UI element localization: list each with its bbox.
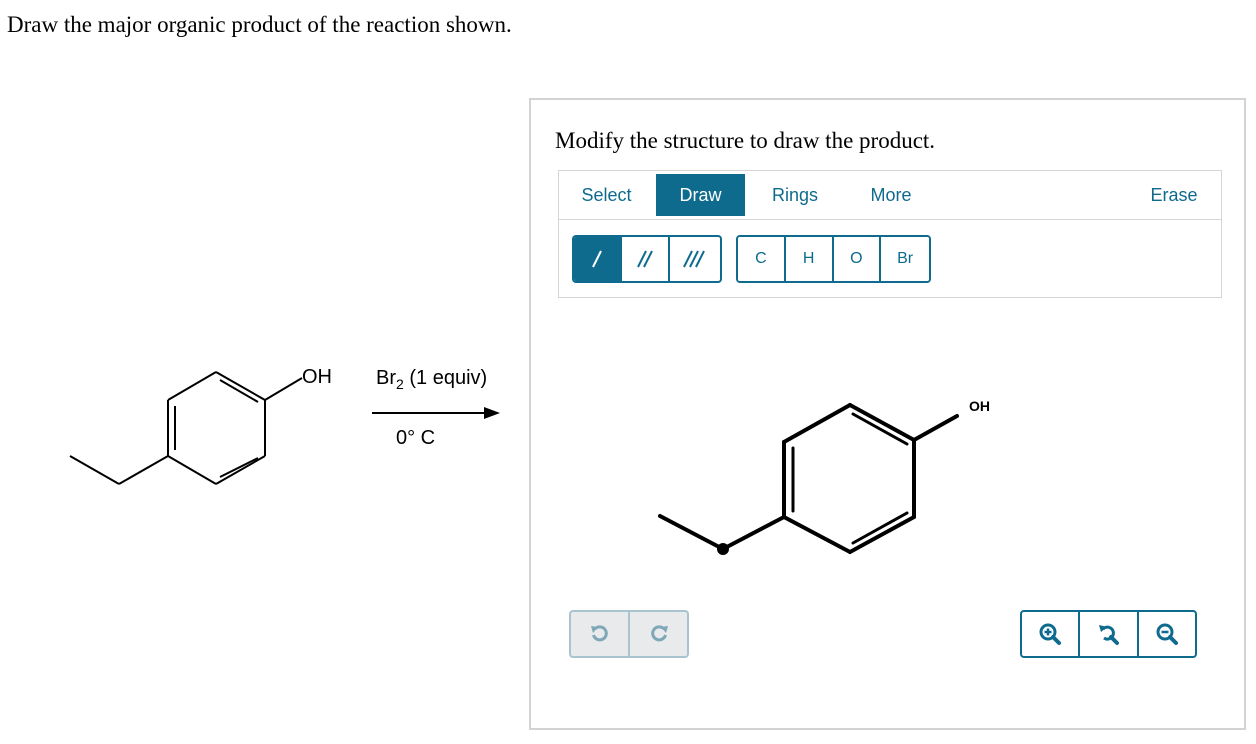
canvas-ring-bond-6 (782, 515, 852, 554)
canvas-ring-bond-2 (782, 403, 852, 444)
redo-button[interactable] (630, 612, 687, 656)
canvas-ring-bond-3 (848, 403, 916, 442)
canvas-oh-bond (912, 414, 959, 442)
ring-double-2 (219, 379, 259, 403)
zoom-out-icon (1156, 623, 1178, 645)
canvas-ring-double-2 (851, 412, 909, 446)
canvas-ring-double-3 (851, 511, 909, 545)
canvas-ring-bond-5 (848, 515, 916, 554)
reagent-rest: (1 equiv) (404, 367, 487, 389)
ring-bond-6 (167, 455, 217, 485)
ring-bond-5 (215, 455, 266, 485)
undo-button[interactable] (571, 612, 630, 656)
canvas-oh-label: OH (969, 398, 990, 414)
reactant-oh-label: OH (302, 366, 332, 388)
reaction-scheme: OH Br2 (1 equiv) 0° C (69, 366, 500, 485)
reaction-arrow-head (484, 407, 500, 419)
zoom-in-button[interactable] (1022, 612, 1081, 656)
ring-bond-3 (215, 371, 266, 401)
zoom-in-icon (1039, 623, 1062, 645)
ring-double-3 (219, 457, 259, 478)
reactant-structure (69, 371, 303, 485)
ethyl-bond-1 (69, 455, 120, 485)
canvas-ethyl-bond-1 (658, 514, 725, 551)
oh-bond (264, 377, 303, 401)
undo-redo-group (569, 610, 689, 658)
zoom-reset-icon (1099, 625, 1120, 645)
drawing-panel: Modify the structure to draw the product… (529, 98, 1246, 730)
product-structure (658, 403, 959, 554)
zoom-out-button[interactable] (1139, 612, 1195, 656)
undo-icon (590, 625, 608, 642)
condition-label: 0° C (396, 427, 435, 449)
canvas-ethyl-bond-2 (721, 515, 786, 551)
ring-bond-2 (167, 371, 217, 401)
zoom-group (1020, 610, 1197, 658)
reagent-label: Br2 (1 equiv) (376, 367, 487, 392)
zoom-reset-button[interactable] (1080, 612, 1139, 656)
reagent-main: Br (376, 367, 396, 389)
selected-atom-dot (717, 543, 729, 555)
redo-icon (650, 625, 668, 642)
reagent-subscript: 2 (396, 376, 404, 392)
ethyl-bond-2 (118, 455, 169, 485)
